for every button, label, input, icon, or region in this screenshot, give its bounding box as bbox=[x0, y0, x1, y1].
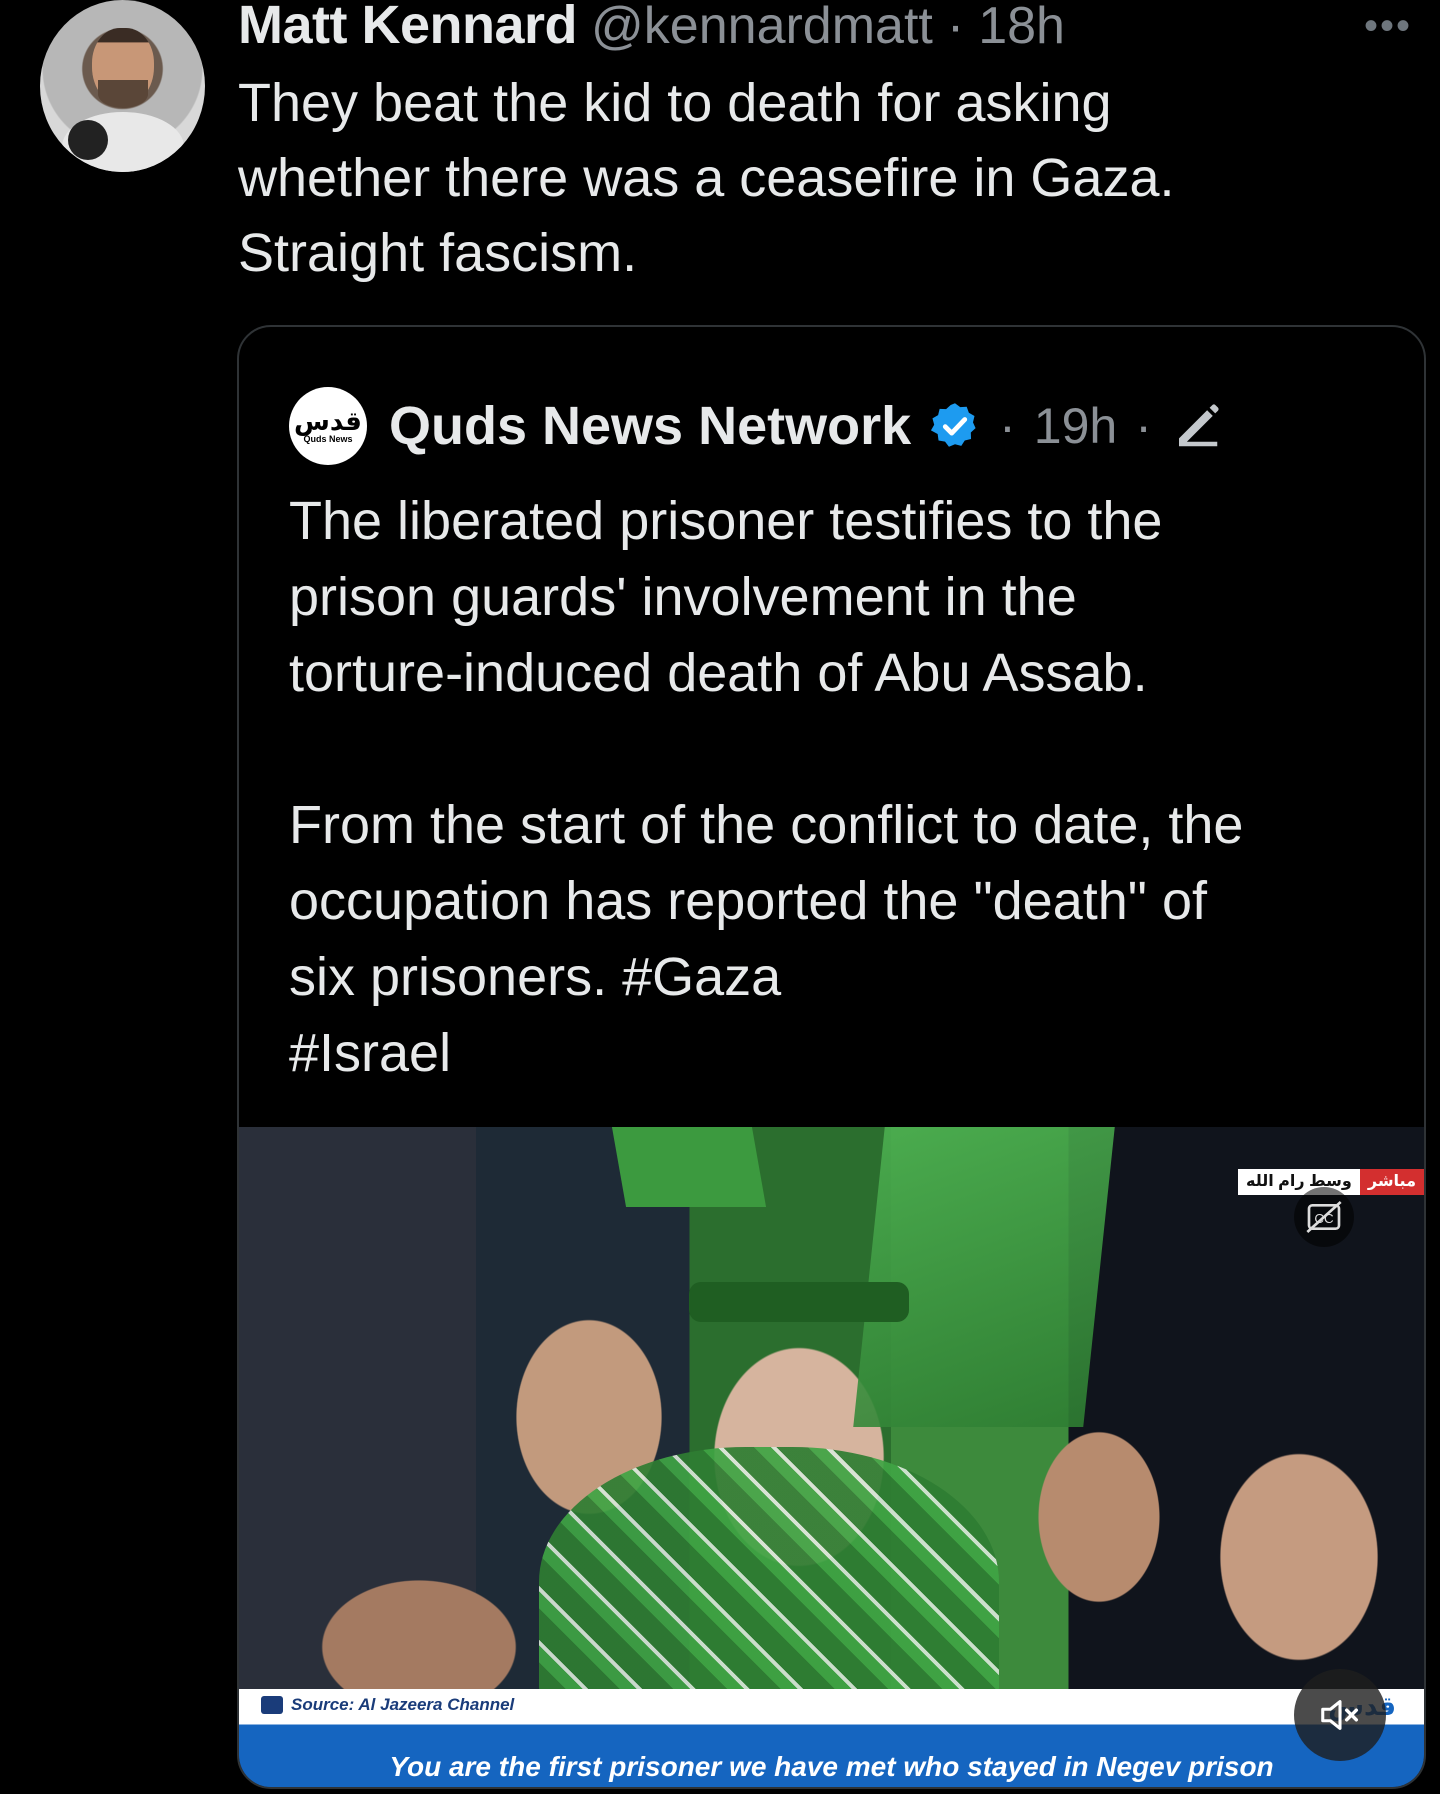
quoted-timestamp[interactable]: 19h bbox=[1034, 397, 1117, 455]
edit-pencil-icon[interactable] bbox=[1170, 399, 1224, 453]
logo-english-text: Quds News bbox=[303, 434, 353, 444]
quoted-tweet[interactable]: قدس Quds News Quds News Network · 19h · … bbox=[237, 325, 1426, 1789]
source-label: Source: Al Jazeera Channel bbox=[291, 1695, 515, 1714]
quoted-author-name[interactable]: Quds News Network bbox=[389, 395, 911, 457]
more-dots-icon[interactable]: ••• bbox=[1364, 4, 1412, 49]
quoted-tweet-header: قدس Quds News Quds News Network · 19h · bbox=[289, 387, 1224, 465]
avatar-beard bbox=[98, 80, 148, 108]
verified-badge-icon bbox=[931, 403, 976, 447]
header-separator: · bbox=[946, 0, 965, 55]
author-avatar[interactable] bbox=[40, 0, 205, 172]
green-flag bbox=[853, 1127, 1115, 1427]
live-label: مباشر bbox=[1359, 1169, 1424, 1195]
quoted-tweet-text: The liberated prisoner testifies to the … bbox=[289, 491, 1244, 1083]
author-name[interactable]: Matt Kennard bbox=[238, 0, 578, 56]
live-location: وسط رام الله bbox=[1238, 1169, 1360, 1195]
tweet-header: Matt Kennard @kennardmatt · 18h bbox=[238, 0, 1065, 56]
tweet-timestamp[interactable]: 18h bbox=[978, 0, 1065, 56]
quoted-meta-separator: · bbox=[999, 398, 1016, 454]
video-player[interactable]: وسط رام الله مباشر CC Source: Al Jazeera… bbox=[239, 1127, 1424, 1787]
tweet-text: They beat the kid to death for asking wh… bbox=[238, 73, 1175, 283]
source-credit: Source: Al Jazeera Channel bbox=[261, 1695, 514, 1715]
closed-captions-icon[interactable]: CC bbox=[1294, 1187, 1354, 1247]
avatar-microphone bbox=[68, 120, 108, 160]
green-flag-left bbox=[611, 1127, 767, 1207]
quoted-author-avatar[interactable]: قدس Quds News bbox=[289, 387, 367, 465]
video-caption: You are the first prisoner we have met w… bbox=[389, 1751, 1274, 1782]
author-handle[interactable]: @kennardmatt bbox=[591, 0, 933, 56]
mute-glyph bbox=[1321, 1700, 1359, 1730]
cc-glyph: CC bbox=[1306, 1201, 1342, 1233]
news-lower-third: Source: Al Jazeera Channel قدس You are t… bbox=[239, 1689, 1424, 1787]
quoted-meta-separator-2: · bbox=[1135, 398, 1152, 454]
speaker-muted-icon[interactable] bbox=[1294, 1669, 1386, 1761]
logo-arabic-text: قدس bbox=[294, 406, 362, 436]
headband bbox=[689, 1282, 909, 1322]
source-icon bbox=[261, 1696, 283, 1714]
